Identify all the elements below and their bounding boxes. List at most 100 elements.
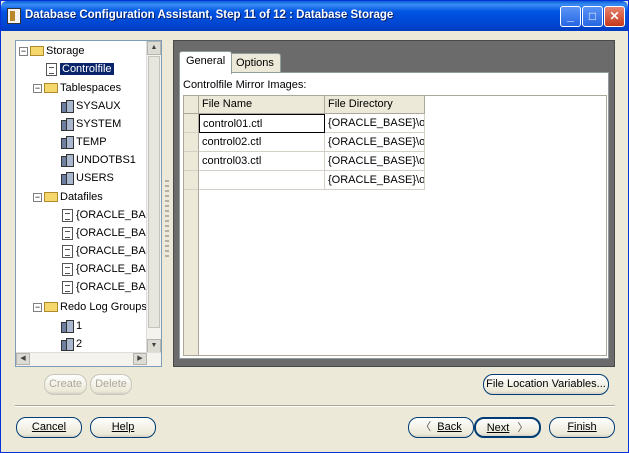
tree-label: SYSTEM <box>76 118 122 130</box>
delete-button[interactable]: Delete <box>90 374 132 395</box>
row-header[interactable] <box>184 152 199 171</box>
tree-label: SYSAUX <box>76 100 121 112</box>
folder-icon <box>44 192 58 203</box>
tree-label: Storage <box>46 45 85 57</box>
scroll-down-icon[interactable]: ▼ <box>147 339 161 353</box>
table-cell-file-name[interactable]: control01.ctl <box>199 114 325 133</box>
close-button[interactable]: ✕ <box>604 6 625 27</box>
tree-node-tablespace[interactable]: SYSAUX <box>60 97 121 115</box>
splitter-grip-icon <box>165 180 169 260</box>
datafile-icon <box>62 244 73 258</box>
footer-separator <box>15 405 615 407</box>
tree-label: USERS <box>76 172 114 184</box>
tablespace-icon <box>60 135 74 150</box>
table-cell-file-directory[interactable]: {ORACLE_BASE}\o... <box>325 171 425 190</box>
folder-icon <box>44 83 58 94</box>
datafile-icon <box>62 208 73 222</box>
tree-label: 1 <box>76 320 83 332</box>
row-header[interactable] <box>184 114 199 133</box>
tree-node-tablespace[interactable]: UNDOTBS1 <box>60 151 136 169</box>
back-button[interactable]: 〈 Back <box>408 417 474 438</box>
create-button[interactable]: Create <box>44 374 87 395</box>
table-cell-file-name[interactable] <box>199 171 325 190</box>
scroll-thumb[interactable] <box>148 56 160 328</box>
scroll-left-icon[interactable]: ◀ <box>16 353 30 365</box>
tree-node-datafile[interactable]: {ORACLE_BASE <box>62 278 148 296</box>
tree-node-tablespace[interactable]: SYSTEM <box>60 115 121 133</box>
app-icon <box>7 8 21 24</box>
cancel-label: Cancel <box>31 421 67 433</box>
column-header-file-directory[interactable]: File Directory <box>325 96 425 114</box>
title-bar[interactable]: Database Configuration Assistant, Step 1… <box>1 1 628 31</box>
tree-node-datafile[interactable]: {ORACLE_BASE <box>62 242 148 260</box>
tree-label: {ORACLE_BASE <box>76 209 148 221</box>
file-location-variables-button[interactable]: File Location Variables... <box>483 374 609 395</box>
window-title: Database Configuration Assistant, Step 1… <box>25 9 394 21</box>
back-label: Back <box>437 421 462 433</box>
tree-node-redo-group[interactable]: 2 <box>60 335 82 353</box>
scroll-up-icon[interactable]: ▲ <box>147 41 161 55</box>
finish-button[interactable]: Finish <box>549 417 615 438</box>
folder-icon <box>30 46 44 57</box>
tree-node-datafile[interactable]: {ORACLE_BASE <box>62 260 148 278</box>
tree-label: Datafiles <box>60 191 103 203</box>
tree-node-redo-group[interactable]: 1 <box>60 317 82 335</box>
tree-label: TEMP <box>76 136 107 148</box>
tree-horizontal-scrollbar[interactable]: ◀ ▶ <box>16 352 161 366</box>
tree-node-storage[interactable]: − Storage <box>19 42 85 60</box>
next-label: Next <box>486 422 510 434</box>
tree-node-redo-log-groups[interactable]: − Redo Log Groups <box>33 298 147 316</box>
controlfile-mirror-label: Controlfile Mirror Images: <box>183 79 307 91</box>
cancel-button[interactable]: Cancel <box>16 417 82 438</box>
storage-tree: − Storage Controlfile − Tablespaces SYSAUX… <box>16 41 148 353</box>
collapse-icon[interactable]: − <box>33 302 42 312</box>
tree-vertical-scrollbar[interactable]: ▲ ▼ <box>146 41 161 353</box>
column-header-file-name[interactable]: File Name <box>199 96 325 114</box>
collapse-icon[interactable]: − <box>19 46 28 56</box>
collapse-icon[interactable]: − <box>33 83 42 93</box>
minimize-button[interactable]: _ <box>560 6 581 27</box>
tree-node-datafile[interactable]: {ORACLE_BASE <box>62 206 148 224</box>
table-cell-file-directory[interactable]: {ORACLE_BASE}\o... <box>325 114 425 133</box>
datafile-icon <box>62 280 73 294</box>
folder-icon <box>44 302 58 313</box>
help-button[interactable]: Help <box>90 417 156 438</box>
row-header[interactable] <box>184 133 199 152</box>
collapse-icon[interactable]: − <box>33 192 42 202</box>
tablespace-icon <box>60 153 74 168</box>
maximize-button[interactable]: □ <box>582 6 603 27</box>
datafile-icon <box>62 226 73 240</box>
next-button[interactable]: Next 〉 <box>474 417 541 438</box>
tree-node-tablespace[interactable]: USERS <box>60 169 114 187</box>
table-cell-file-directory[interactable]: {ORACLE_BASE}\o... <box>325 152 425 171</box>
tree-node-tablespaces[interactable]: − Tablespaces <box>33 79 121 97</box>
next-arrow-icon: 〉 <box>517 422 529 434</box>
back-arrow-icon: 〈 <box>420 421 432 433</box>
tree-label: 2 <box>76 338 83 350</box>
tab-options[interactable]: Options <box>229 53 281 73</box>
scroll-right-icon[interactable]: ▶ <box>133 353 147 365</box>
tree-node-datafiles[interactable]: − Datafiles <box>33 188 103 206</box>
tablespace-icon <box>60 99 74 114</box>
tree-node-controlfile[interactable]: Controlfile <box>46 60 114 78</box>
controlfile-icon <box>46 62 57 76</box>
tab-general[interactable]: General <box>179 51 233 74</box>
tree-label: {ORACLE_BASE <box>76 227 148 239</box>
tablespace-icon <box>60 171 74 186</box>
redo-log-icon <box>60 319 74 334</box>
detail-pane: General Options Controlfile Mirror Image… <box>173 40 615 367</box>
tree-label: {ORACLE_BASE <box>76 281 148 293</box>
table-cell-file-name[interactable]: control03.ctl <box>199 152 325 171</box>
tree-node-datafile[interactable]: {ORACLE_BASE <box>62 224 148 242</box>
tablespace-icon <box>60 117 74 132</box>
redo-log-icon <box>60 337 74 352</box>
tree-label: {ORACLE_BASE <box>76 245 148 257</box>
tree-label: Controlfile <box>60 63 114 75</box>
table-cell-file-directory[interactable]: {ORACLE_BASE}\o... <box>325 133 425 152</box>
row-header[interactable] <box>184 171 199 190</box>
pane-splitter[interactable] <box>162 40 172 367</box>
tree-node-tablespace[interactable]: TEMP <box>60 133 107 151</box>
table-cell-file-name[interactable]: control02.ctl <box>199 133 325 152</box>
table-corner <box>184 96 199 114</box>
finish-label: Finish <box>567 421 597 433</box>
